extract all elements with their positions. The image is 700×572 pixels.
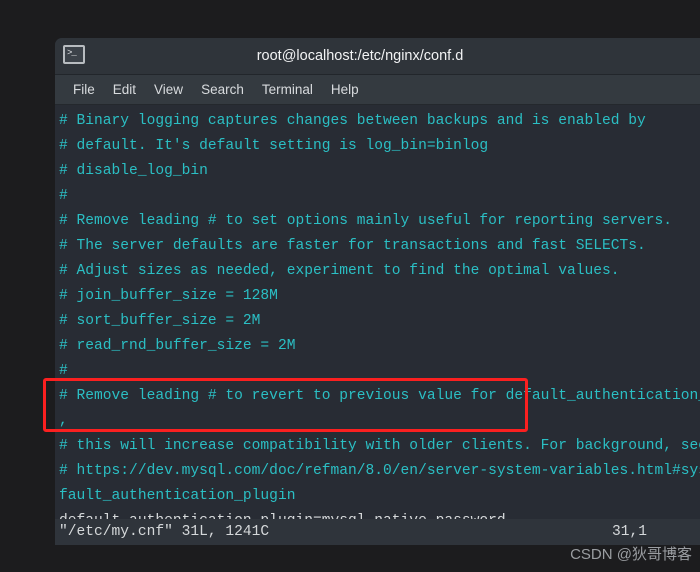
menu-bar[interactable]: File Edit View Search Terminal Help — [55, 75, 700, 105]
menu-item-help[interactable]: Help — [322, 80, 368, 99]
terminal-line: # default. It's default setting is log_b… — [59, 138, 489, 154]
terminal-line: # sort_buffer_size = 2M — [59, 313, 261, 329]
terminal-line: # read_rnd_buffer_size = 2M — [59, 338, 296, 354]
terminal-line: , — [59, 413, 68, 429]
terminal-line: # disable_log_bin — [59, 163, 208, 179]
menu-item-search[interactable]: Search — [192, 80, 253, 99]
vim-status-line: "/etc/my.cnf" 31L, 1241C 31,1 — [55, 519, 700, 545]
terminal-line: # Remove leading # to set options mainly… — [59, 213, 673, 229]
terminal-line: # — [59, 188, 68, 204]
terminal-line: fault_authentication_plugin — [59, 488, 296, 504]
menu-item-edit[interactable]: Edit — [104, 80, 145, 99]
terminal-icon: >_ — [63, 45, 85, 64]
menu-item-view[interactable]: View — [145, 80, 192, 99]
csdn-watermark: CSDN @狄哥博客 — [570, 546, 692, 563]
status-file-info: "/etc/my.cnf" 31L, 1241C — [59, 524, 270, 540]
terminal-text-area[interactable]: # Binary logging captures changes betwee… — [55, 105, 700, 545]
terminal-line: # join_buffer_size = 128M — [59, 288, 278, 304]
window-title: root@localhost:/etc/nginx/conf.d — [256, 48, 464, 64]
menu-item-file[interactable]: File — [64, 80, 104, 99]
terminal-icon-glyph: >_ — [67, 48, 77, 58]
terminal-line: # Binary logging captures changes betwee… — [59, 113, 646, 129]
terminal-window[interactable]: >_ root@localhost:/etc/nginx/conf.d File… — [55, 38, 700, 545]
terminal-line: # https://dev.mysql.com/doc/refman/8.0/e… — [59, 463, 700, 479]
terminal-line: # Remove leading # to revert to previous… — [59, 388, 700, 404]
menu-item-terminal[interactable]: Terminal — [253, 80, 322, 99]
status-cursor-position: 31,1 — [612, 524, 648, 540]
terminal-line: # The server defaults are faster for tra… — [59, 238, 646, 254]
terminal-line: # Adjust sizes as needed, experiment to … — [59, 263, 620, 279]
title-bar[interactable]: >_ root@localhost:/etc/nginx/conf.d — [55, 38, 700, 75]
terminal-line: # — [59, 363, 68, 379]
terminal-line-list: # Binary logging captures changes betwee… — [57, 109, 700, 545]
terminal-line: # this will increase compatibility with … — [59, 438, 700, 454]
